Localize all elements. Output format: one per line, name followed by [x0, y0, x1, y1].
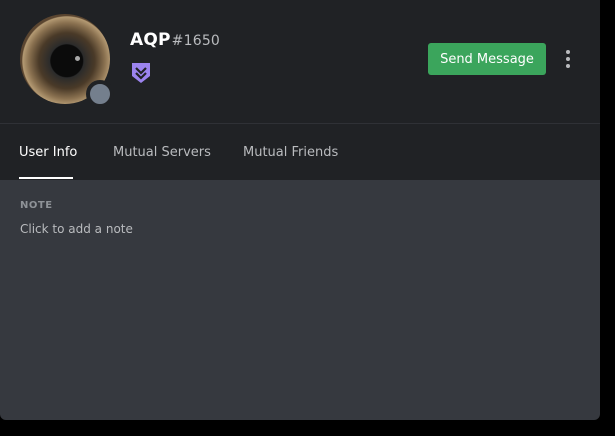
active-tab-indicator	[19, 177, 73, 179]
tab-mutual-servers[interactable]: Mutual Servers	[113, 124, 211, 180]
send-message-button[interactable]: Send Message	[428, 43, 546, 75]
username: AQP#1650	[130, 30, 220, 50]
discriminator: #1650	[171, 33, 221, 49]
note-heading: NOTE	[20, 200, 53, 211]
more-dot	[566, 64, 570, 68]
tab-mutual-friends[interactable]: Mutual Friends	[243, 124, 338, 180]
more-dot	[566, 50, 570, 54]
more-dot	[566, 57, 570, 61]
avatar-highlight	[75, 56, 80, 61]
avatar[interactable]	[20, 14, 114, 108]
username-text: AQP	[130, 30, 171, 50]
profile-header: AQP#1650 Send Message	[0, 0, 600, 124]
user-profile-modal: AQP#1650 Send Message User Info Mutual S…	[0, 0, 600, 420]
tab-user-info[interactable]: User Info	[19, 124, 77, 180]
profile-tabs: User Info Mutual Servers Mutual Friends	[0, 124, 600, 180]
note-input[interactable]: Click to add a note	[20, 222, 133, 236]
more-vertical-icon[interactable]	[560, 47, 576, 71]
status-indicator-icon	[86, 80, 114, 108]
hypesquad-badge-icon[interactable]	[130, 61, 152, 85]
